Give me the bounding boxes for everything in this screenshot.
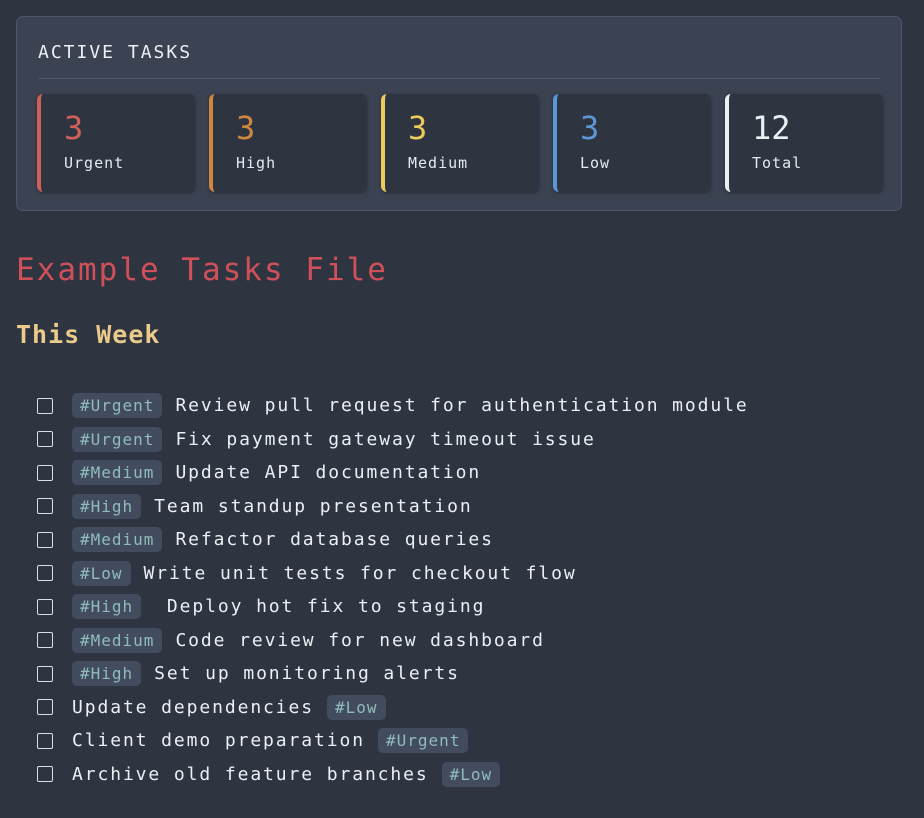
task-checkbox[interactable] (37, 431, 53, 448)
task-item: #Low Write unit tests for checkout flow (37, 557, 749, 591)
panel-divider (38, 78, 880, 79)
section-heading: This Week (16, 320, 161, 349)
card-count: 3 (408, 109, 428, 147)
task-item: Update dependencies #Low (37, 691, 749, 725)
task-item: #Medium Code review for new dashboard (37, 624, 749, 658)
card-count: 3 (236, 109, 256, 147)
task-item: #Urgent Review pull request for authentic… (37, 389, 749, 423)
task-checkbox[interactable] (37, 397, 53, 414)
task-text: Deploy hot fix to staging (154, 596, 486, 618)
card-label: Low (580, 154, 611, 172)
task-list: #Urgent Review pull request for authentic… (37, 389, 749, 791)
task-checkbox[interactable] (37, 766, 53, 783)
priority-tag[interactable]: #Urgent (72, 393, 163, 419)
task-text: Update dependencies (72, 696, 315, 718)
card-count: 3 (64, 109, 84, 147)
panel-title: ACTIVE TASKS (38, 42, 193, 63)
task-text: Write unit tests for checkout flow (143, 562, 577, 584)
priority-tag[interactable]: #Medium (72, 627, 163, 653)
active-tasks-panel: ACTIVE TASKS 3 Urgent 3 High 3 Medium 3 Low 12 To… (16, 16, 902, 211)
task-checkbox[interactable] (37, 531, 53, 548)
task-text: Fix payment gateway timeout issue (175, 428, 596, 450)
card-count: 3 (580, 109, 600, 147)
priority-tag[interactable]: #High (72, 493, 142, 519)
count-card-high[interactable]: 3 High (209, 94, 367, 192)
count-card-medium[interactable]: 3 Medium (381, 94, 539, 192)
task-text: Team standup presentation (154, 495, 473, 517)
priority-tag[interactable]: #Urgent (72, 426, 163, 452)
task-item: #Medium Refactor database queries (37, 523, 749, 557)
task-checkbox[interactable] (37, 498, 53, 515)
count-card-low[interactable]: 3 Low (553, 94, 711, 192)
priority-tag[interactable]: #Medium (72, 527, 163, 553)
task-checkbox[interactable] (37, 598, 53, 615)
count-card-urgent[interactable]: 3 Urgent (37, 94, 195, 192)
document-title: Example Tasks File (16, 252, 388, 288)
task-item: #High Set up monitoring alerts (37, 657, 749, 691)
task-text: Client demo preparation (72, 730, 365, 752)
task-text: Code review for new dashboard (175, 629, 545, 651)
card-label: Urgent (64, 154, 125, 172)
priority-tag[interactable]: #Low (327, 694, 386, 720)
count-card-total[interactable]: 12 Total (725, 94, 883, 192)
priority-tag[interactable]: #Low (72, 560, 131, 586)
task-checkbox[interactable] (37, 665, 53, 682)
card-label: High (236, 154, 277, 172)
task-item: Archive old feature branches #Low (37, 758, 749, 792)
task-checkbox[interactable] (37, 464, 53, 481)
task-checkbox[interactable] (37, 565, 53, 582)
task-item: #High Deploy hot fix to staging (37, 590, 749, 624)
task-checkbox[interactable] (37, 632, 53, 649)
task-text: Archive old feature branches (72, 763, 429, 785)
card-count: 12 (752, 109, 791, 147)
task-checkbox[interactable] (37, 699, 53, 716)
priority-tag[interactable]: #High (72, 594, 142, 620)
task-text: Refactor database queries (175, 529, 494, 551)
priority-cards: 3 Urgent 3 High 3 Medium 3 Low 12 Total (37, 94, 883, 192)
task-text: Review pull request for authentication m… (175, 395, 749, 417)
task-item: #Medium Update API documentation (37, 456, 749, 490)
priority-tag[interactable]: #Urgent (377, 728, 469, 754)
task-text: Set up monitoring alerts (154, 663, 460, 685)
card-label: Total (752, 154, 803, 172)
task-text: Update API documentation (175, 462, 482, 484)
task-item: #High Team standup presentation (37, 490, 749, 524)
task-checkbox[interactable] (37, 732, 53, 749)
priority-tag[interactable]: #High (72, 661, 142, 687)
task-item: Client demo preparation #Urgent (37, 724, 749, 758)
card-label: Medium (408, 154, 469, 172)
priority-tag[interactable]: #Medium (72, 460, 163, 486)
priority-tag[interactable]: #Low (441, 761, 501, 787)
task-item: #Urgent Fix payment gateway timeout issue (37, 423, 749, 457)
